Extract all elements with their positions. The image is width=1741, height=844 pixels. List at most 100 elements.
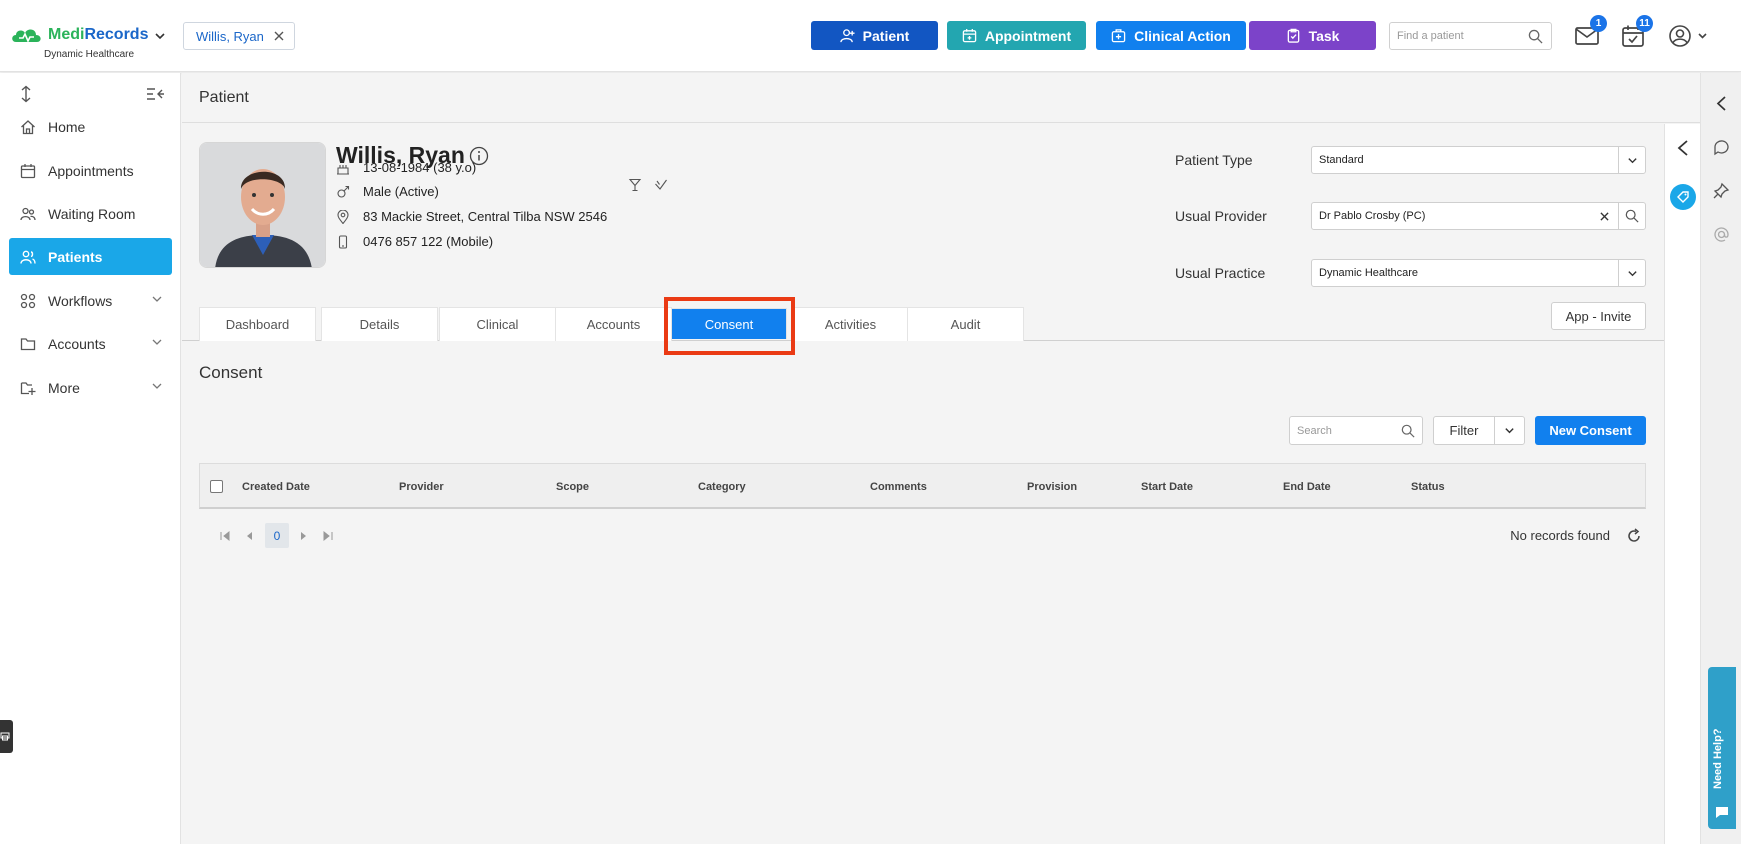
usual-practice-select[interactable]: Dynamic Healthcare (1311, 259, 1646, 287)
collapse-sidebar-icon[interactable] (146, 86, 164, 102)
medirecords-logo[interactable]: MediRecords Dynamic Healthcare (10, 16, 170, 62)
tab-activities[interactable]: Activities (792, 307, 909, 341)
chevron-down-icon[interactable] (154, 30, 166, 42)
column-comments[interactable]: Comments (870, 481, 927, 493)
filter-dropdown[interactable] (1494, 417, 1524, 444)
chevron-down-icon (1505, 428, 1514, 434)
tab-clinical[interactable]: Clinical (439, 307, 556, 341)
patient-dob-row: 13-08-1984 (38 y.o) (336, 160, 476, 175)
new-consent-button[interactable]: New Consent (1535, 416, 1646, 445)
sidebar: Home Appointments Waiting Room Patients … (0, 73, 181, 844)
find-patient-input[interactable]: Find a patient (1389, 22, 1552, 50)
sidebar-item-waiting-room[interactable]: Waiting Room (9, 195, 172, 232)
clinical-action-label: Clinical Action (1134, 27, 1231, 44)
usual-provider-field[interactable]: Dr Pablo Crosby (PC) (1311, 202, 1646, 230)
search-icon (1625, 209, 1639, 223)
filter-label[interactable]: Filter (1434, 423, 1494, 438)
workflow-icon (20, 293, 36, 308)
chevron-down-icon (152, 296, 162, 302)
resize-vertical-icon[interactable] (19, 85, 33, 103)
clipboard-icon (1287, 28, 1299, 43)
open-patient-name[interactable]: Willis, Ryan (196, 29, 264, 44)
patient-type-value: Standard (1319, 154, 1364, 166)
sidebar-item-accounts[interactable]: Accounts (9, 325, 172, 362)
select-all-checkbox[interactable] (210, 480, 223, 493)
clinical-action-button[interactable]: Clinical Action (1096, 21, 1246, 50)
patient-address: 83 Mackie Street, Central Tilba NSW 2546 (363, 209, 608, 224)
sidebar-item-home[interactable]: Home (9, 108, 172, 145)
gender-icon (337, 185, 350, 198)
usual-practice-value: Dynamic Healthcare (1319, 267, 1419, 279)
tab-dashboard[interactable]: Dashboard (199, 307, 316, 341)
tab-details[interactable]: Details (321, 307, 438, 341)
sidebar-item-appointments[interactable]: Appointments (9, 152, 172, 189)
brand-name-records: Records (84, 26, 149, 43)
patient-type-select[interactable]: Standard (1311, 146, 1646, 174)
new-appointment-label: Appointment (984, 27, 1072, 44)
column-category[interactable]: Category (698, 481, 746, 493)
sidebar-item-label: Accounts (48, 335, 106, 352)
sidebar-toolbar (0, 83, 181, 107)
page-header: Patient (182, 73, 1700, 123)
at-mention-icon[interactable] (1713, 226, 1730, 243)
clear-icon[interactable] (1600, 212, 1609, 221)
alcohol-glass-icon[interactable] (628, 178, 642, 192)
usual-practice-dropdown[interactable] (1618, 260, 1645, 286)
chat-icon[interactable] (1713, 139, 1730, 156)
chat-bubble-icon (1716, 807, 1728, 818)
people-icon (20, 207, 36, 220)
print-tab[interactable] (0, 720, 13, 753)
next-page-icon[interactable] (297, 530, 309, 542)
patient-type-label: Patient Type (1175, 152, 1253, 168)
tab-consent[interactable]: Consent (671, 308, 787, 339)
last-page-icon[interactable] (322, 530, 334, 542)
new-task-label: Task (1308, 27, 1340, 44)
sidebar-item-patients[interactable]: Patients (9, 238, 172, 275)
column-start-date[interactable]: Start Date (1141, 481, 1193, 493)
filter-button[interactable]: Filter (1433, 416, 1525, 445)
column-end-date[interactable]: End Date (1283, 481, 1331, 493)
chevron-left-icon[interactable] (1676, 139, 1690, 157)
column-scope[interactable]: Scope (556, 481, 589, 493)
smoking-icon[interactable] (654, 178, 668, 192)
column-provider[interactable]: Provider (399, 481, 444, 493)
tab-accounts[interactable]: Accounts (555, 307, 672, 341)
folder-icon (20, 337, 36, 350)
column-status[interactable]: Status (1411, 481, 1445, 493)
search-icon[interactable] (1528, 29, 1543, 44)
search-icon[interactable] (1401, 424, 1415, 438)
open-patient-chip[interactable]: Willis, Ryan (183, 22, 295, 50)
usual-provider-search[interactable] (1618, 203, 1645, 229)
sidebar-item-label: Workflows (48, 292, 113, 309)
need-help-tab[interactable]: Need Help? (1708, 667, 1736, 829)
new-patient-button[interactable]: Patient (811, 21, 938, 50)
patient-avatar-image (200, 143, 325, 267)
patient-dob: 13-08-1984 (38 y.o) (363, 160, 477, 175)
top-header: MediRecords Dynamic Healthcare Willis, R… (0, 0, 1741, 72)
new-appointment-button[interactable]: Appointment (947, 21, 1086, 50)
close-icon[interactable] (274, 31, 284, 41)
sidebar-item-more[interactable]: More (9, 369, 172, 406)
tasks-button[interactable]: 11 (1620, 15, 1653, 48)
chevron-left-icon[interactable] (1713, 95, 1730, 112)
user-menu[interactable] (1668, 24, 1708, 48)
messages-button[interactable]: 1 (1574, 15, 1607, 48)
patient-summary: Willis, Ryan 13-08-1984 (38 y.o) Male (A… (182, 124, 1664, 341)
usual-provider-value: Dr Pablo Crosby (PC) (1319, 210, 1426, 222)
pin-icon[interactable] (1713, 182, 1730, 199)
first-page-icon[interactable] (219, 530, 231, 542)
column-provision[interactable]: Provision (1027, 481, 1077, 493)
new-task-button[interactable]: Task (1249, 21, 1376, 50)
new-patient-label: Patient (862, 27, 910, 44)
app-invite-button[interactable]: App - Invite (1551, 302, 1646, 330)
current-page[interactable]: 0 (265, 523, 289, 548)
sidebar-item-workflows[interactable]: Workflows (9, 282, 172, 319)
tag-icon[interactable] (1670, 184, 1696, 210)
patient-photo (199, 142, 326, 268)
consent-search-input[interactable]: Search (1289, 416, 1423, 445)
tab-audit[interactable]: Audit (907, 307, 1024, 341)
patient-type-dropdown[interactable] (1618, 147, 1645, 173)
column-created-date[interactable]: Created Date (242, 481, 310, 493)
previous-page-icon[interactable] (244, 530, 256, 542)
refresh-icon[interactable] (1626, 528, 1642, 544)
